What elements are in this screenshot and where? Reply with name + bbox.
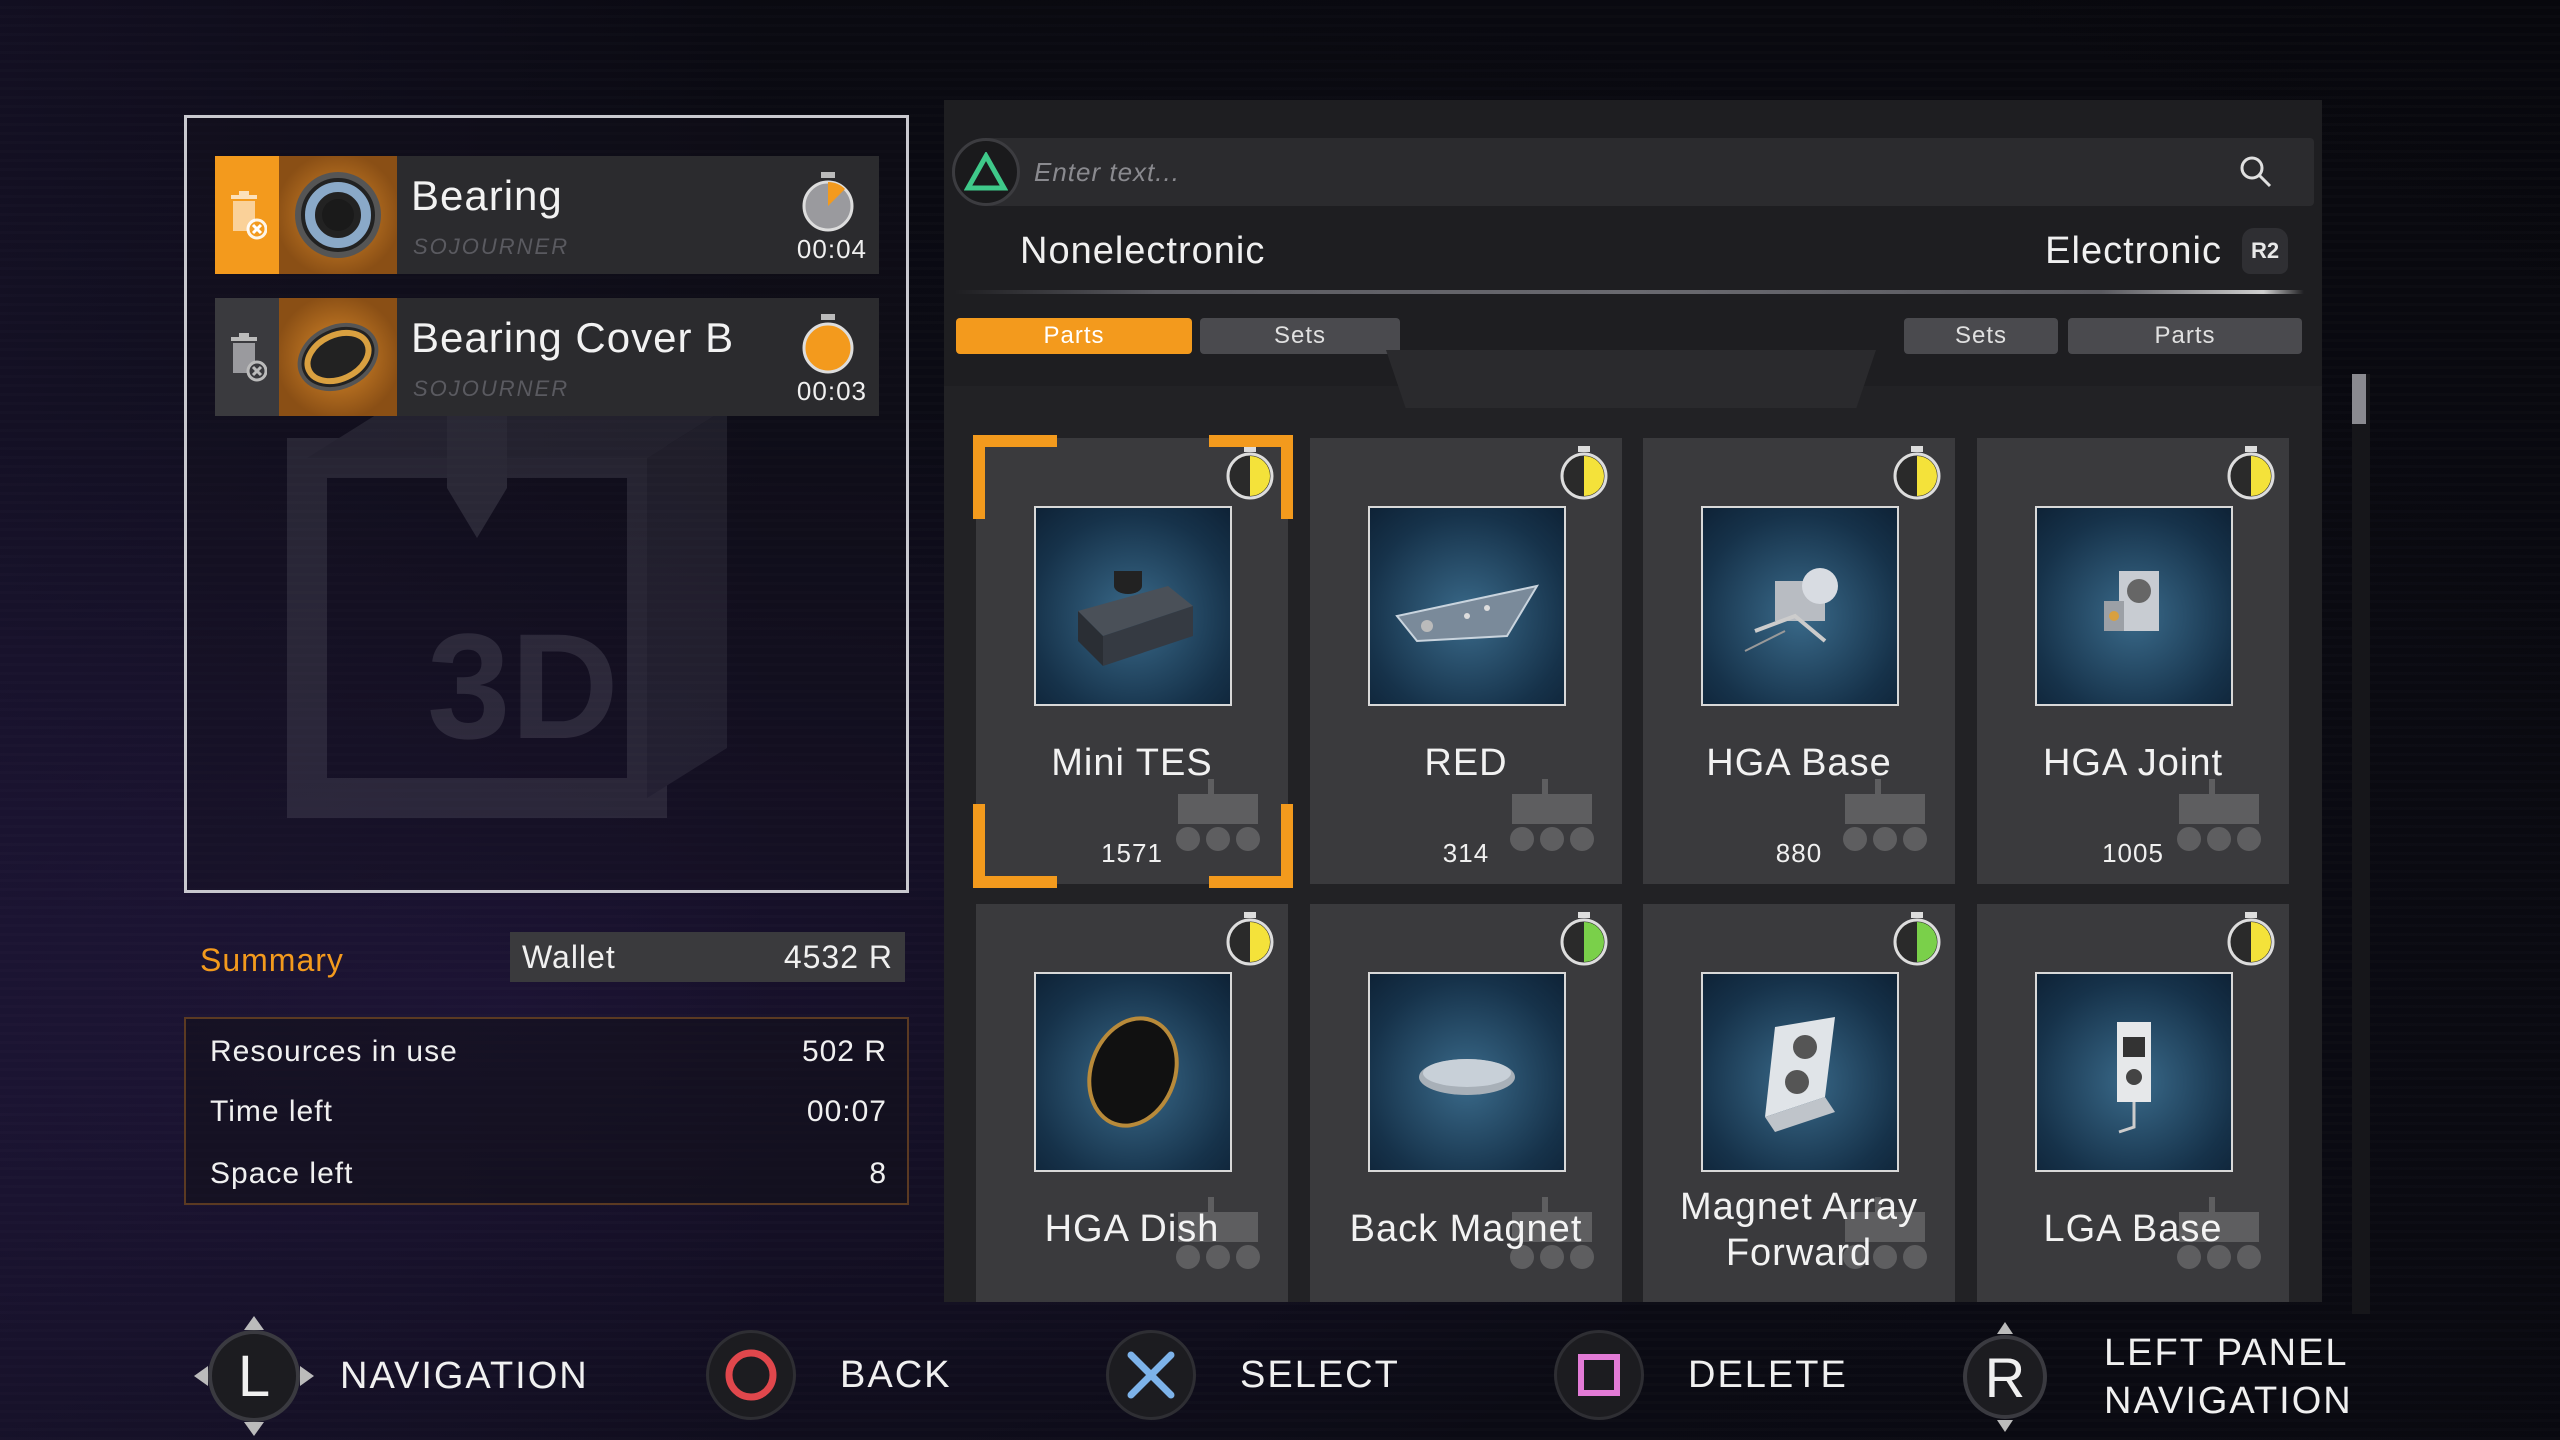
tab-nonelectronic-parts[interactable]: Parts <box>956 318 1192 354</box>
l-key-label: L <box>238 1344 270 1409</box>
wallet-label: Wallet <box>522 938 616 975</box>
rover-watermark-icon <box>1510 1197 1594 1269</box>
circle-button-icon <box>706 1330 796 1420</box>
rover-watermark-icon <box>2177 779 2261 851</box>
hint-label: NAVIGATION <box>2104 1380 2353 1422</box>
summary-row: Space left 8 <box>210 1157 887 1191</box>
hint-left-panel-navigation: R LEFT PANEL NAVIGATION <box>1950 1318 2353 1436</box>
hint-label: LEFT PANEL <box>2104 1332 2349 1374</box>
selection-corner-br <box>1209 804 1293 888</box>
summary-row-value: 00:07 <box>806 1095 887 1128</box>
part-card[interactable]: HGA Base 880 <box>1643 438 1955 884</box>
rover-watermark-icon <box>2177 1197 2261 1269</box>
stopwatch-icon <box>802 172 854 232</box>
left-stick-icon: L <box>194 1316 314 1436</box>
part-card[interactable]: Back Magnet <box>1310 904 1622 1302</box>
cross-button-icon <box>1106 1330 1196 1420</box>
print-queue-panel: 3D Bearing SOJOURNER 00:04 Bearing Cover… <box>184 115 909 893</box>
tab-notch <box>1386 350 1876 408</box>
queue-item-source: SOJOURNER <box>413 234 570 259</box>
part-card[interactable]: HGA Joint 1005 <box>1977 438 2289 884</box>
stopwatch-icon <box>2227 912 2275 966</box>
tab-electronic-parts[interactable]: Parts <box>2068 318 2302 354</box>
hint-back: BACK <box>706 1330 951 1420</box>
bearing-thumbnail <box>279 156 397 274</box>
stopwatch-icon <box>1560 446 1608 500</box>
queue-item-name: Bearing Cover B <box>411 314 735 361</box>
part-image <box>1368 972 1566 1172</box>
selection-corner-tr <box>1209 435 1293 519</box>
r2-button-icon[interactable]: R2 <box>2242 228 2288 274</box>
delete-trash-icon[interactable] <box>215 298 279 416</box>
tab-electronic-sets[interactable]: Sets <box>1904 318 2058 354</box>
stopwatch-icon <box>1893 912 1941 966</box>
queue-item-source: SOJOURNER <box>413 376 570 401</box>
rover-watermark-icon <box>1176 1197 1260 1269</box>
summary-row: Time left 00:07 <box>210 1095 887 1129</box>
wallet-display: Wallet 4532 R <box>510 932 905 982</box>
bearing-cover-thumbnail <box>279 298 397 416</box>
summary-row-label: Time left <box>210 1095 333 1128</box>
stopwatch-icon <box>1560 912 1608 966</box>
hint-label: NAVIGATION <box>340 1355 589 1397</box>
queue-item[interactable]: Bearing Cover B SOJOURNER 00:03 <box>215 298 879 416</box>
queue-item-name: Bearing <box>411 172 563 219</box>
part-card[interactable]: RED 314 <box>1310 438 1622 884</box>
selection-corner-bl <box>973 804 1057 888</box>
square-button-icon <box>1554 1330 1644 1420</box>
rover-watermark-icon <box>1843 1197 1927 1269</box>
svg-text:3D: 3D <box>427 602 619 770</box>
category-electronic[interactable]: Electronic <box>2045 230 2222 273</box>
summary-row-label: Space left <box>210 1157 354 1190</box>
part-card[interactable]: LGA Base <box>1977 904 2289 1302</box>
search-bar[interactable] <box>952 138 2314 206</box>
catalog-scrollbar[interactable] <box>2352 374 2370 1314</box>
scrollbar-thumb[interactable] <box>2352 374 2366 424</box>
part-image <box>1701 972 1899 1172</box>
selection-corner-tl <box>973 435 1057 519</box>
part-image <box>1368 506 1566 706</box>
delete-trash-icon[interactable] <box>215 156 279 274</box>
stopwatch-icon <box>802 314 854 374</box>
right-stick-icon: R <box>1963 1322 2047 1432</box>
part-image <box>1701 506 1899 706</box>
triangle-button-icon[interactable] <box>952 138 1020 206</box>
part-image <box>1034 972 1232 1172</box>
hint-delete: DELETE <box>1554 1330 1848 1420</box>
category-nonelectronic[interactable]: Nonelectronic <box>1020 230 1265 273</box>
rover-watermark-icon <box>1843 779 1927 851</box>
part-card[interactable]: HGA Dish <box>976 904 1288 1302</box>
queue-item-time: 00:03 <box>796 376 867 406</box>
summary-row-value: 8 <box>869 1157 887 1190</box>
part-image <box>1034 506 1232 706</box>
search-icon[interactable] <box>2238 154 2274 190</box>
search-input[interactable] <box>1034 150 2184 194</box>
stopwatch-icon <box>1226 912 1274 966</box>
hint-navigation: L NAVIGATION <box>190 1312 589 1440</box>
tab-nonelectronic-sets[interactable]: Sets <box>1200 318 1400 354</box>
3d-printer-watermark-icon: 3D <box>287 368 727 818</box>
part-image <box>2035 972 2233 1172</box>
summary-box: Resources in use 502 R Time left 00:07 S… <box>184 1017 909 1205</box>
rover-watermark-icon <box>1510 779 1594 851</box>
queue-item[interactable]: Bearing SOJOURNER 00:04 <box>215 156 879 274</box>
summary-row-label: Resources in use <box>210 1035 458 1068</box>
r-key-label: R <box>1985 1346 2025 1409</box>
summary-row-value: 502 R <box>801 1035 887 1068</box>
wallet-value: 4532 R <box>783 938 893 975</box>
queue-item-time: 00:04 <box>796 234 867 264</box>
part-image <box>2035 506 2233 706</box>
hint-label: BACK <box>840 1354 952 1396</box>
stopwatch-icon <box>2227 446 2275 500</box>
stopwatch-icon <box>1893 446 1941 500</box>
hint-label: SELECT <box>1240 1354 1400 1396</box>
summary-row: Resources in use 502 R <box>210 1035 887 1069</box>
hint-select: SELECT <box>1106 1330 1400 1420</box>
hint-label: DELETE <box>1688 1354 1848 1396</box>
category-divider <box>954 290 2304 294</box>
part-card[interactable]: Magnet Array Forward <box>1643 904 1955 1302</box>
summary-heading: Summary <box>200 942 344 978</box>
